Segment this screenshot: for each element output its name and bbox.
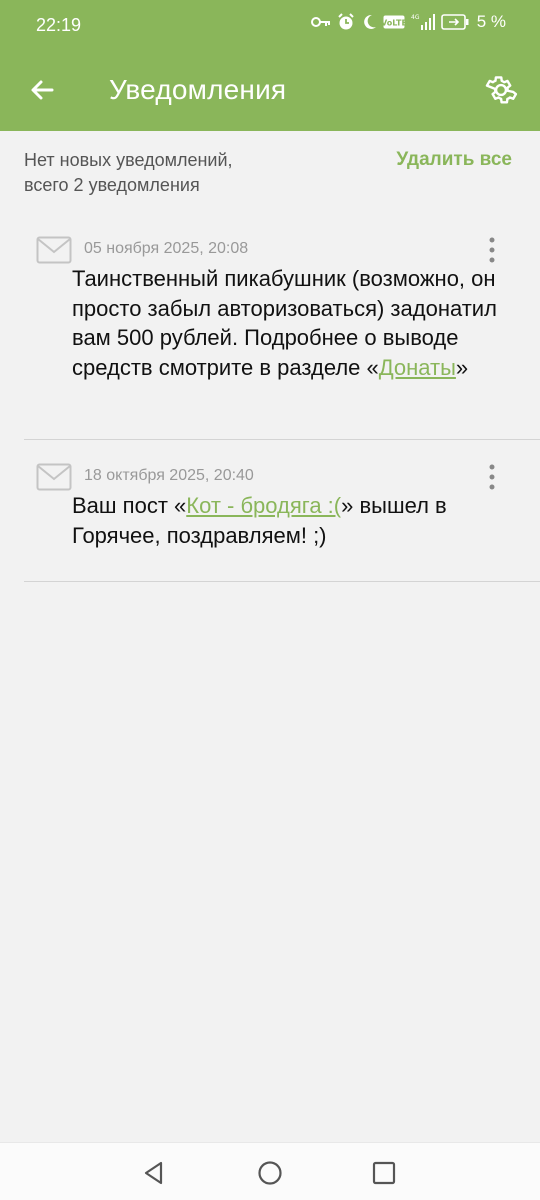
divider bbox=[24, 439, 540, 440]
status-time: 22:19 bbox=[36, 15, 82, 35]
volte-icon: VoLTE bbox=[383, 15, 405, 29]
battery-percent: 5 % bbox=[476, 12, 506, 31]
more-vertical-icon[interactable] bbox=[482, 236, 502, 264]
key-icon bbox=[310, 17, 330, 27]
notifications-summary: Нет новых уведомлений, всего 2 уведомлен… bbox=[24, 148, 324, 198]
gear-icon bbox=[485, 76, 518, 104]
back-button[interactable] bbox=[22, 72, 62, 112]
notification-text: Таинственный пикабушник (возможно, он пр… bbox=[72, 264, 524, 382]
home-circle-icon[interactable] bbox=[256, 1159, 284, 1187]
battery-icon bbox=[440, 14, 469, 30]
moon-icon bbox=[363, 14, 376, 29]
settings-button[interactable] bbox=[484, 73, 518, 107]
notification-date: 18 октября 2025, 20:40 bbox=[84, 467, 254, 484]
notification-text-start: Ваш пост « bbox=[72, 493, 187, 518]
app-bar: Уведомления bbox=[0, 52, 540, 131]
status-bar: 22:19 VoLTE 4G 5 % bbox=[0, 0, 540, 52]
arrow-left-icon bbox=[31, 80, 54, 100]
notification-date: 05 ноября 2025, 20:08 bbox=[84, 240, 249, 257]
page-title: Уведомления bbox=[109, 74, 287, 105]
system-nav-bar bbox=[0, 1142, 540, 1200]
svg-text:4G: 4G bbox=[411, 14, 420, 21]
donates-link[interactable]: Донаты bbox=[379, 355, 456, 380]
delete-all-button[interactable]: Удалить все bbox=[396, 149, 512, 171]
recents-square-icon[interactable] bbox=[370, 1159, 398, 1187]
envelope-icon bbox=[36, 236, 72, 264]
envelope-icon bbox=[36, 463, 72, 491]
status-icons: VoLTE 4G 5 % bbox=[310, 12, 506, 32]
divider bbox=[24, 581, 540, 582]
alarm-icon bbox=[337, 13, 354, 30]
signal-icon: 4G bbox=[411, 14, 435, 30]
back-triangle-icon[interactable] bbox=[140, 1159, 168, 1187]
summary-line-1: Нет новых уведомлений, bbox=[24, 150, 233, 170]
svg-text:VoLTE: VoLTE bbox=[383, 19, 405, 28]
post-link[interactable]: Кот - бродяга :( bbox=[186, 493, 341, 518]
more-vertical-icon[interactable] bbox=[482, 463, 502, 491]
notification-text-end: » bbox=[455, 354, 469, 380]
notification-text: Ваш пост «Кот - бродяга :(» вышел в Горя… bbox=[72, 491, 524, 550]
summary-line-2: всего 2 уведомления bbox=[24, 175, 200, 195]
